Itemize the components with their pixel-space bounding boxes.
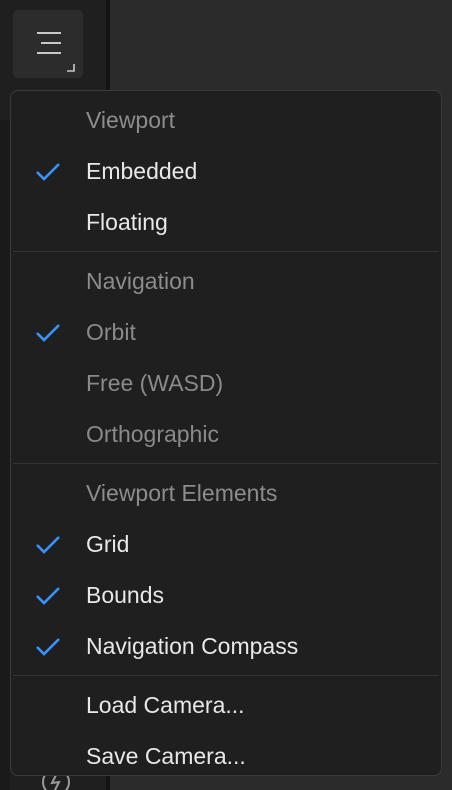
menu-item-label: Floating <box>86 209 168 235</box>
menu-item-label: Load Camera... <box>86 692 245 718</box>
app-window: Viewport Embedded Floating Navigation Or… <box>0 0 452 790</box>
viewport-menu-button[interactable] <box>13 10 83 78</box>
menu-item-label: Navigation Compass <box>86 633 299 659</box>
menu-item-label: Orbit <box>86 319 136 345</box>
menu-item-orthographic[interactable]: Orthographic <box>11 409 441 460</box>
checkmark-icon <box>36 637 60 656</box>
checkmark-icon <box>36 535 60 554</box>
menu-separator <box>13 675 439 676</box>
menu-item-label: Embedded <box>86 158 198 184</box>
section-header-viewport-elements: Viewport Elements <box>86 480 278 506</box>
checkmark-icon <box>36 323 60 342</box>
menu-item-free-wasd[interactable]: Free (WASD) <box>11 358 441 409</box>
menu-item-orbit[interactable]: Orbit <box>11 307 441 358</box>
menu-item-save-camera[interactable]: Save Camera... <box>11 731 441 782</box>
section-header-viewport: Viewport <box>86 107 176 133</box>
menu-item-floating[interactable]: Floating <box>11 197 441 248</box>
left-rail <box>0 120 10 790</box>
checkmark-icon <box>36 162 60 181</box>
section-header-navigation: Navigation <box>86 268 195 294</box>
menu-item-label: Save Camera... <box>86 743 246 769</box>
submenu-corner-icon <box>67 64 75 72</box>
menu-item-label: Free (WASD) <box>86 370 224 396</box>
hamburger-menu-icon <box>37 32 61 54</box>
menu-item-embedded[interactable]: Embedded <box>11 146 441 197</box>
menu-item-label: Bounds <box>86 582 165 608</box>
menu-item-navigation-compass[interactable]: Navigation Compass <box>11 621 441 672</box>
menu-item-label: Orthographic <box>86 421 219 447</box>
menu-item-grid[interactable]: Grid <box>11 519 441 570</box>
menu-separator <box>13 463 439 464</box>
menu-item-label: Grid <box>86 531 130 557</box>
menu-item-load-camera[interactable]: Load Camera... <box>11 680 441 731</box>
menu-item-bounds[interactable]: Bounds <box>11 570 441 621</box>
viewport-dropdown-menu: Viewport Embedded Floating Navigation Or… <box>10 90 442 776</box>
menu-separator <box>13 251 439 252</box>
checkmark-icon <box>36 586 60 605</box>
